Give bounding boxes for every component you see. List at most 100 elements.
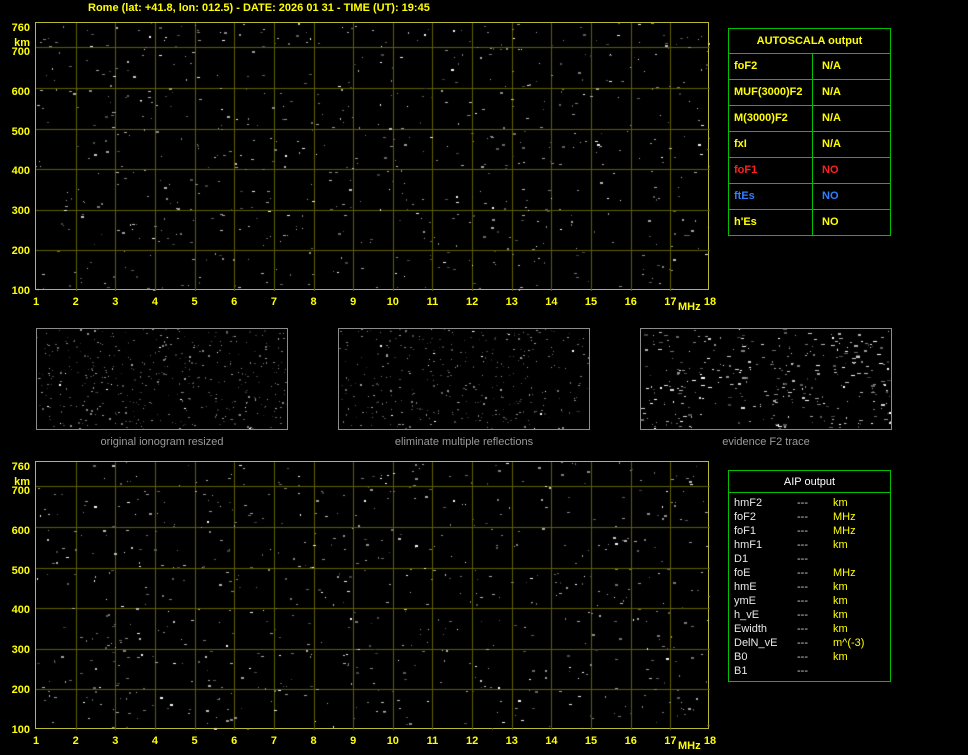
aip-param-label: foE: [734, 567, 751, 579]
ionogram-top-x-tick: 6: [231, 296, 238, 308]
autoscala-param-label: M(3000)F2: [729, 106, 813, 131]
aip-param-unit: MHz: [833, 567, 856, 579]
aip-param-unit: MHz: [833, 525, 856, 537]
ionogram-bottom-y-tick: 200: [11, 684, 30, 697]
ionogram-top-x-tick: 12: [465, 296, 479, 308]
ionogram-top-y-tick: 600: [11, 85, 30, 98]
autoscala-param-value: NO: [822, 216, 839, 228]
ionogram-bottom-x-tick: 11: [426, 735, 439, 747]
ionogram-bottom-y-tick: 600: [11, 524, 30, 537]
aip-param-value: ---: [797, 539, 808, 551]
autoscala-param-value: NO: [822, 164, 839, 176]
aip-row: h_vE --- km: [729, 608, 890, 622]
ionogram-top-x-tick: 9: [350, 296, 357, 308]
aip-param-value: ---: [797, 497, 808, 509]
autoscala-param-label: foF2: [729, 54, 813, 79]
ionogram-top-x-tick: 3: [112, 296, 119, 308]
ionogram-bottom-x-tick: 5: [191, 735, 198, 747]
ionogram-top-x-tick: 16: [624, 296, 637, 308]
aip-param-value: ---: [797, 567, 808, 579]
aip-row: DelN_vE --- m^(-3): [729, 636, 890, 650]
aip-param-value: ---: [797, 665, 808, 677]
aip-param-unit: km: [833, 651, 848, 663]
aip-row: hmF1 --- km: [729, 538, 890, 552]
thumbnail-1-canvas: [37, 329, 287, 429]
autoscala-param-value: N/A: [822, 60, 841, 72]
ionogram-top-x-tick: 10: [386, 296, 399, 308]
ionogram-top-x-tick: 7: [270, 296, 277, 308]
ionogram-top-x-tick: 5: [191, 296, 198, 308]
aip-param-value: ---: [797, 581, 808, 593]
autoscala-param-label: MUF(3000)F2: [729, 80, 813, 105]
ionogram-top-x-tick: 15: [584, 296, 598, 308]
ionogram-top-frame: [35, 22, 710, 291]
aip-param-unit: MHz: [833, 511, 856, 523]
aip-param-label: h_vE: [734, 609, 760, 621]
autoscala-param-label: ftEs: [729, 184, 813, 209]
aip-param-value: ---: [797, 553, 808, 565]
ionogram-bottom-y-tick: 500: [11, 564, 30, 577]
thumbnail-caption-1: original ionogram resized: [100, 436, 224, 448]
ionogram-bottom-x-unit-label: MHz: [678, 740, 701, 752]
thumbnail-3-canvas: [641, 329, 891, 429]
ionogram-top-y-unit-label: km: [14, 37, 30, 49]
aip-param-value: ---: [797, 637, 808, 649]
autoscala-param-value: N/A: [822, 112, 841, 124]
autoscala-row: foF1 NO: [729, 158, 890, 184]
ionogram-bottom-y-tick: 100: [11, 724, 30, 736]
thumbnail-2-canvas: [339, 329, 589, 429]
autoscala-param-label: fxI: [729, 132, 813, 157]
autoscala-row: M(3000)F2 N/A: [729, 106, 890, 132]
ionogram-top-y-tick: 100: [11, 285, 30, 297]
aip-row: foE --- MHz: [729, 566, 890, 580]
aip-row: D1 ---: [729, 552, 890, 566]
aip-row: hmE --- km: [729, 580, 890, 594]
aip-row: Ewidth --- km: [729, 622, 890, 636]
aip-param-label: foF1: [734, 525, 757, 537]
autoscala-row: MUF(3000)F2 N/A: [729, 80, 890, 106]
aip-param-value: ---: [797, 651, 808, 663]
ionogram-top-x-tick: 11: [426, 296, 439, 308]
aip-row: ymE --- km: [729, 594, 890, 608]
aip-table-title: AIP output: [729, 471, 890, 493]
aip-param-unit: km: [833, 539, 848, 551]
aip-param-value: ---: [797, 511, 808, 523]
autoscala-param-label: h'Es: [729, 210, 813, 235]
aip-param-label: DelN_vE: [734, 637, 778, 649]
aip-param-value: ---: [797, 623, 808, 635]
aip-param-label: ymE: [734, 595, 756, 607]
aip-param-unit: km: [833, 595, 848, 607]
aip-param-value: ---: [797, 595, 808, 607]
aip-param-label: hmF2: [734, 497, 763, 509]
ionogram-bottom-frame: [35, 461, 710, 730]
aip-param-unit: km: [833, 497, 848, 509]
aip-row: hmF2 --- km: [729, 496, 890, 510]
aip-output-table: AIP output hmF2 --- km foF2 --- MHz foF1 --- MHz h…: [728, 470, 891, 682]
ionogram-top-x-tick: 2: [72, 296, 79, 308]
aip-row: B0 --- km: [729, 650, 890, 664]
aip-param-label: D1: [734, 553, 749, 565]
ionogram-bottom-x-tick: 14: [545, 735, 558, 747]
ionogram-bottom-x-tick: 8: [310, 735, 317, 747]
autoscala-param-value: N/A: [822, 138, 841, 150]
ionogram-bottom-x-tick: 13: [505, 735, 518, 747]
ionogram-bottom-y-tick: 300: [11, 644, 30, 657]
ionogram-top-y-tick: 760: [11, 22, 30, 34]
aip-param-unit: km: [833, 581, 848, 593]
ionogram-bottom-x-tick: 10: [386, 735, 399, 747]
thumbnail-3: [640, 328, 892, 430]
ionogram-top-x-tick: 4: [151, 296, 158, 308]
ionogram-bottom-x-tick: 1: [32, 735, 40, 747]
ionogram-bottom-x-tick: 6: [231, 735, 238, 747]
aip-param-label: B1: [734, 665, 748, 677]
aip-row: B1 ---: [729, 664, 890, 678]
aip-param-value: ---: [797, 525, 808, 537]
ionogram-bottom-x-tick: 3: [112, 735, 119, 747]
ionogram-top-x-unit-label: MHz: [678, 301, 701, 313]
station-title: Rome (lat: +41.8, lon: 012.5) - DATE: 20…: [88, 2, 430, 14]
aip-param-unit: m^(-3): [833, 637, 865, 649]
thumbnail-caption-2: eliminate multiple reflections: [394, 436, 534, 448]
aip-row: foF2 --- MHz: [729, 510, 890, 524]
ionogram-bottom-x-tick: 18: [703, 735, 717, 747]
ionogram-top-y-tick: 500: [11, 125, 30, 138]
